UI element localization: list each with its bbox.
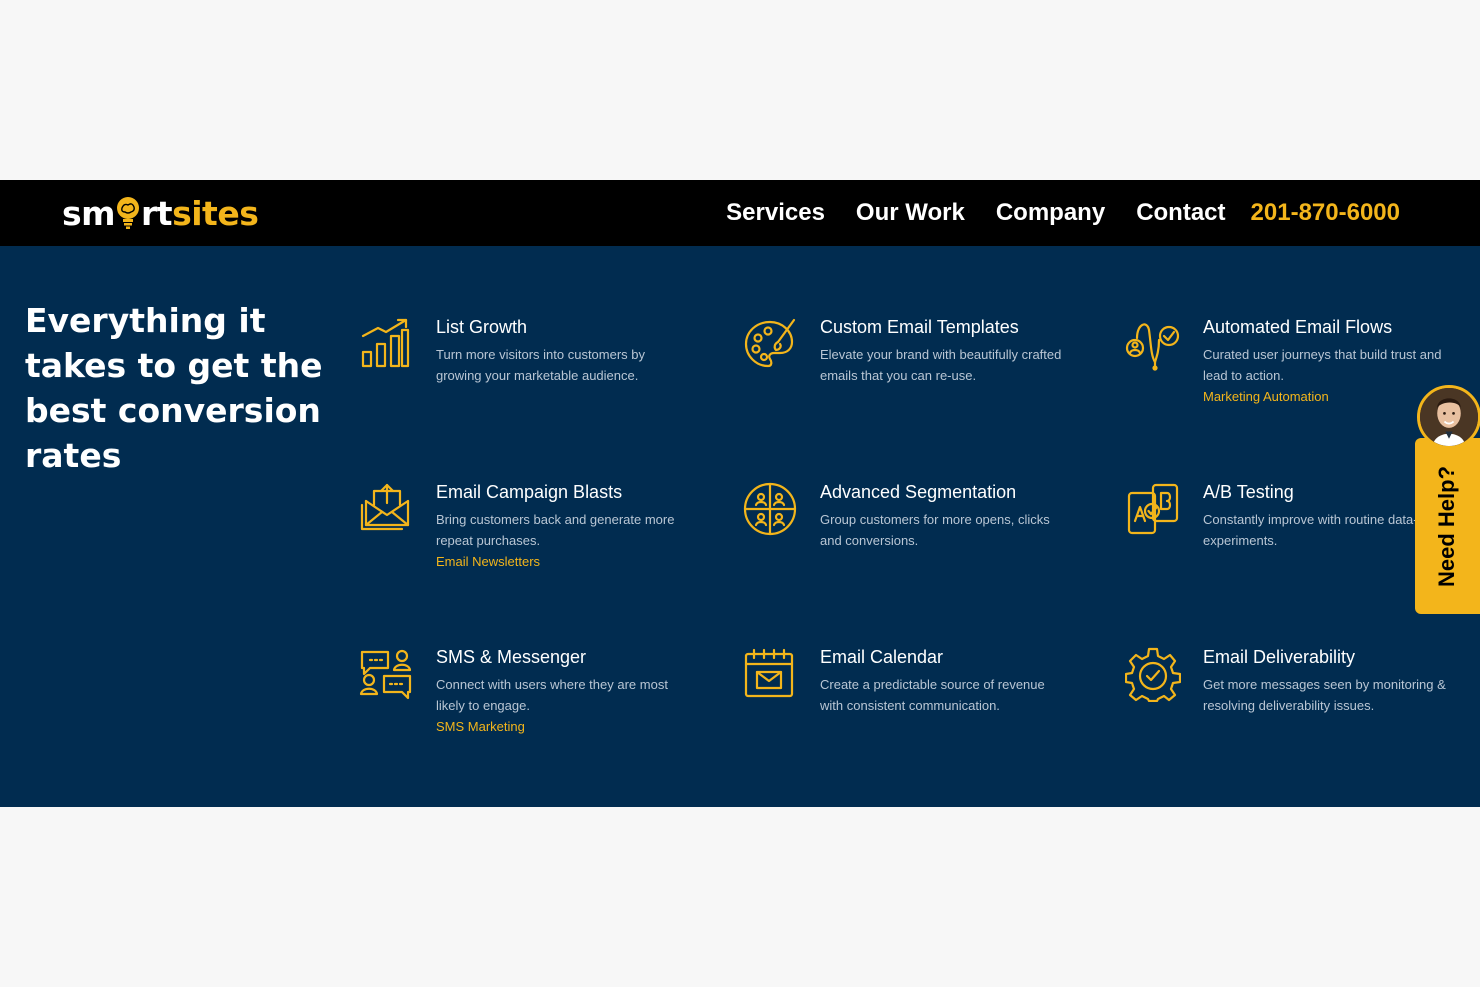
main-nav: Services Our Work Company Contact 201-87… — [726, 180, 1400, 246]
feature-desc: Curated user journeys that build trust a… — [1203, 347, 1442, 383]
logo-text-sm: sm — [62, 193, 116, 233]
calendar-email-icon — [742, 646, 798, 702]
top-navbar: sm rt sites Services Our Work Company Co… — [0, 180, 1480, 246]
need-help-widget[interactable]: Need Help? — [1415, 383, 1480, 614]
feature-title: Automated Email Flows — [1203, 317, 1393, 337]
feature-title: List Growth — [436, 317, 528, 337]
feature-desc: Create a predictable source of revenue w… — [820, 677, 1045, 713]
feature-desc: Turn more visitors into customers by gro… — [436, 347, 646, 383]
features-section: Everything it takes to get the best conv… — [0, 246, 1480, 807]
logo-text-sites: sites — [172, 193, 259, 233]
page: sm rt sites Services Our Work Company Co… — [0, 0, 1480, 987]
nav-contact[interactable]: Contact — [1136, 199, 1225, 227]
ab-test-icon — [1125, 481, 1181, 537]
feature-link-sms-marketing[interactable]: SMS Marketing — [436, 716, 686, 737]
section-headline: Everything it takes to get the best conv… — [25, 301, 323, 475]
logo-text-rt: rt — [141, 193, 173, 233]
feature-title: Email Deliverability — [1203, 647, 1356, 667]
feature-title: Email Campaign Blasts — [436, 482, 623, 502]
feature-desc: Group customers for more opens, clicks a… — [820, 512, 1050, 548]
flow-users-icon — [1125, 316, 1181, 372]
feature-title: Email Calendar — [820, 647, 944, 667]
avatar[interactable] — [1417, 385, 1480, 449]
bar-chart-growth-icon — [358, 316, 414, 372]
nav-services[interactable]: Services — [726, 199, 825, 227]
feature-title: Advanced Segmentation — [820, 482, 1017, 502]
nav-company[interactable]: Company — [996, 199, 1105, 227]
need-help-label: Need Help? — [1434, 465, 1459, 587]
email-stack-icon — [358, 481, 414, 537]
feature-desc: Elevate your brand with beautifully craf… — [820, 347, 1062, 383]
feature-desc: Get more messages seen by monitoring & r… — [1203, 677, 1446, 713]
chat-users-icon — [358, 646, 414, 702]
need-help-tab[interactable]: Need Help? — [1415, 438, 1480, 614]
feature-title: Custom Email Templates — [820, 317, 1019, 337]
gear-check-icon — [1124, 646, 1182, 703]
feature-title: SMS & Messenger — [436, 647, 587, 667]
segmentation-pie-icon — [742, 481, 798, 537]
nav-our-work[interactable]: Our Work — [856, 199, 965, 227]
smartsites-logo[interactable]: sm rt sites — [62, 190, 259, 236]
nav-phone[interactable]: 201-870-6000 — [1251, 199, 1400, 227]
feature-link-email-newsletters[interactable]: Email Newsletters — [436, 551, 686, 572]
feature-desc: Connect with users where they are most l… — [436, 677, 668, 713]
palette-brush-icon — [742, 316, 798, 372]
lightbulb-brain-icon — [117, 197, 140, 229]
feature-desc: Bring customers back and generate more r… — [436, 512, 675, 548]
agent-portrait-icon — [1420, 388, 1478, 446]
